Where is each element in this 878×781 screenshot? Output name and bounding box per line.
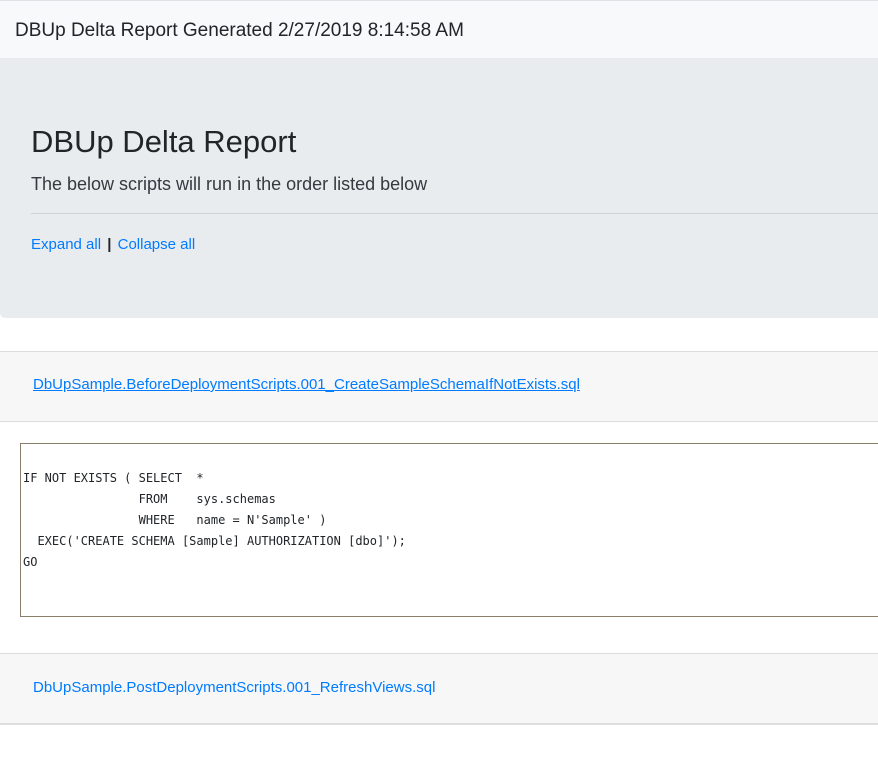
report-generated-title: DBUp Delta Report Generated 2/27/2019 8:…	[15, 20, 464, 41]
page-lead: The below scripts will run in the order …	[31, 174, 428, 194]
script-sql-code: IF NOT EXISTS ( SELECT * FROM sys.schema…	[23, 471, 406, 569]
top-navbar: DBUp Delta Report Generated 2/27/2019 8:…	[0, 0, 878, 58]
script-toggle-link[interactable]: DbUpSample.BeforeDeploymentScripts.001_C…	[33, 376, 580, 393]
collapse-all-link[interactable]: Collapse all	[118, 236, 196, 253]
script-card-header: DbUpSample.BeforeDeploymentScripts.001_C…	[0, 351, 878, 422]
script-code-block: IF NOT EXISTS ( SELECT * FROM sys.schema…	[20, 443, 878, 617]
expand-all-link[interactable]: Expand all	[31, 236, 101, 253]
expand-collapse-links: Expand all | Collapse all	[31, 236, 195, 253]
script-toggle-link[interactable]: DbUpSample.PostDeploymentScripts.001_Ref…	[33, 679, 435, 696]
script-card-header: DbUpSample.PostDeploymentScripts.001_Ref…	[0, 653, 878, 724]
divider	[0, 724, 878, 725]
divider	[31, 213, 878, 214]
link-separator: |	[107, 236, 112, 253]
page-title: DBUp Delta Report	[31, 124, 297, 159]
jumbotron: DBUp Delta Report The below scripts will…	[0, 58, 878, 318]
